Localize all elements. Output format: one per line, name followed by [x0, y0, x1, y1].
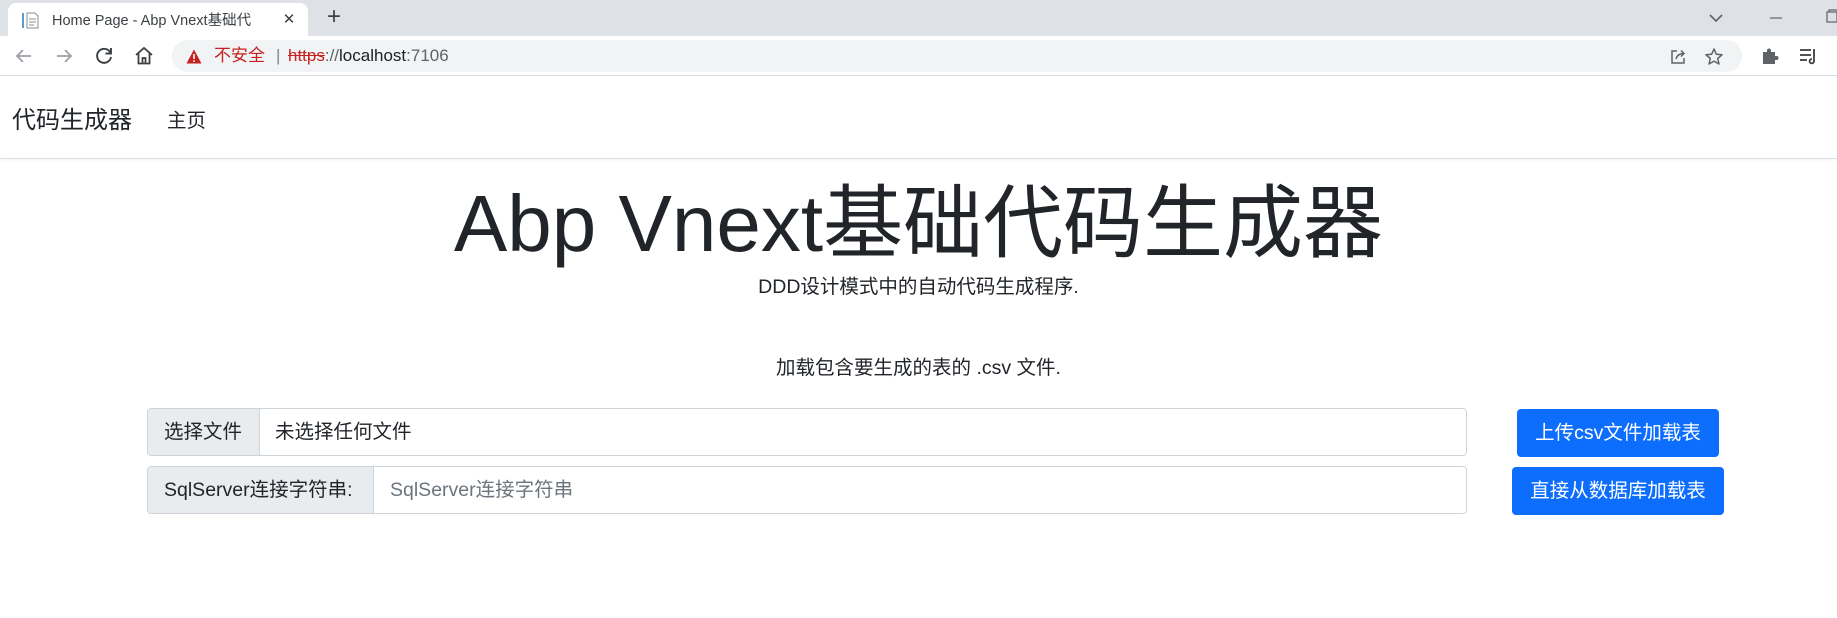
- close-icon[interactable]: ✕: [280, 11, 298, 29]
- plus-icon[interactable]: +: [322, 5, 346, 30]
- forward-arrow-icon[interactable]: [52, 44, 76, 68]
- back-arrow-icon[interactable]: [12, 44, 36, 68]
- address-separator: |: [276, 46, 281, 65]
- security-status[interactable]: 不安全: [214, 47, 265, 65]
- browser-tab-strip: Home Page - Abp Vnext基础代 ✕ +: [0, 0, 1837, 36]
- chevron-down-icon[interactable]: [1706, 8, 1726, 28]
- reading-list-icon[interactable]: [1797, 44, 1821, 68]
- share-icon[interactable]: [1668, 47, 1688, 67]
- puzzle-icon[interactable]: [1758, 44, 1782, 68]
- browser-toolbar: 不安全 | https://localhost:7106: [0, 36, 1837, 76]
- csv-load-hint: 加载包含要生成的表的 .csv 文件.: [776, 357, 1061, 379]
- navbar-brand[interactable]: 代码生成器: [12, 107, 132, 135]
- url-scheme: https: [288, 46, 325, 65]
- minimize-icon[interactable]: [1766, 8, 1786, 28]
- document-icon: [22, 12, 40, 29]
- load-from-db-button[interactable]: 直接从数据库加载表: [1512, 467, 1724, 515]
- connection-string-label: SqlServer连接字符串:: [148, 467, 374, 513]
- maximize-icon[interactable]: [1822, 8, 1837, 28]
- choose-file-button[interactable]: 选择文件: [148, 409, 260, 455]
- warning-icon[interactable]: [186, 49, 202, 64]
- page-subtitle: DDD设计模式中的自动代码生成程序.: [758, 276, 1079, 298]
- nav-link-home[interactable]: 主页: [167, 110, 206, 132]
- url-sep: ://: [324, 46, 340, 65]
- site-navbar: 代码生成器 主页: [0, 77, 1837, 159]
- address-bar[interactable]: 不安全 | https://localhost:7106: [172, 40, 1742, 72]
- connection-string-group: SqlServer连接字符串:: [147, 466, 1467, 514]
- url-text[interactable]: https://localhost:7106: [288, 47, 449, 65]
- connection-string-input[interactable]: [374, 467, 1466, 513]
- upload-csv-button[interactable]: 上传csv文件加载表: [1517, 409, 1719, 457]
- file-status-text[interactable]: 未选择任何文件: [275, 409, 412, 455]
- url-host: localhost: [339, 46, 407, 65]
- browser-tab[interactable]: Home Page - Abp Vnext基础代 ✕: [8, 3, 308, 36]
- tab-title: Home Page - Abp Vnext基础代: [52, 13, 252, 29]
- reload-icon[interactable]: [92, 44, 116, 68]
- home-icon[interactable]: [132, 44, 156, 68]
- star-icon[interactable]: [1704, 47, 1724, 67]
- csv-file-input-group[interactable]: 选择文件 未选择任何文件: [147, 408, 1467, 456]
- page-title: Abp Vnext基础代码生成器: [453, 179, 1384, 268]
- url-port: :7106: [406, 46, 449, 65]
